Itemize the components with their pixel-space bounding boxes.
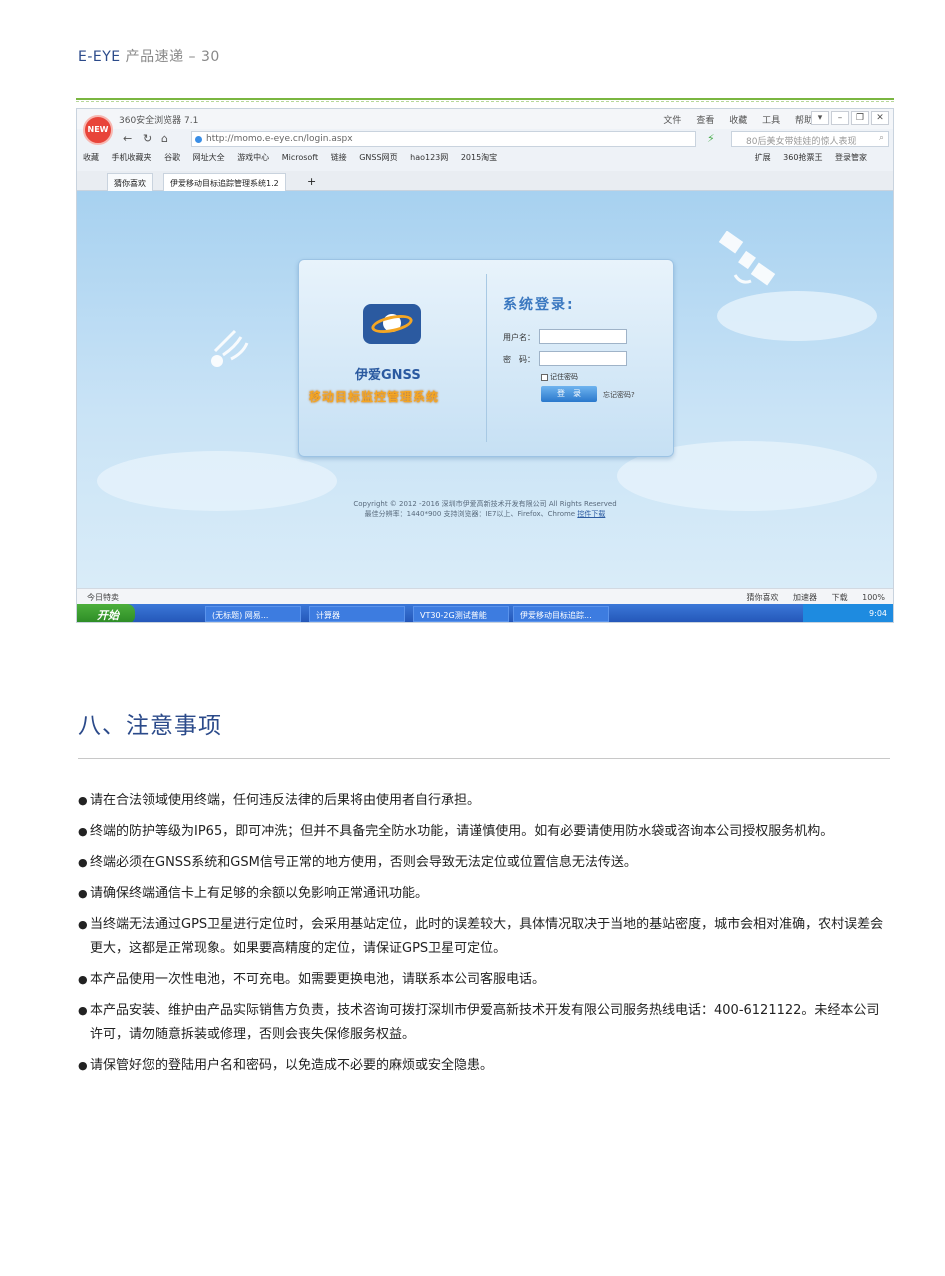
brand-name: E-EYE [78,49,121,65]
product-name: 伊爱GNSS [355,368,421,383]
list-item: 请在合法领域使用终端，任何违反法律的后果将由使用者自行承担。 [78,789,890,813]
menu-favorites[interactable]: 收藏 [729,116,747,126]
taskbar-item[interactable]: VT30-2G测试普能 [413,606,509,622]
fav-item[interactable]: GNSS网页 [359,153,397,162]
skin-icon[interactable]: ▾ [811,111,829,125]
home-icon[interactable]: ⌂ [161,132,168,145]
taskbar-item[interactable]: 计算器 [309,606,405,622]
username-field[interactable] [539,329,627,344]
antenna-icon [211,329,249,367]
status-accelerator[interactable]: 加速器 [793,593,817,602]
username-label: 用户名： [503,333,535,342]
tab-guess[interactable]: 猜你喜欢 [107,173,153,191]
window-controls: ▾ – ❐ ✕ [811,111,889,125]
secure-icon [195,136,202,143]
list-item: 请确保终端通信卡上有足够的余额以免影响正常通讯功能。 [78,882,890,906]
cloud-decoration [717,291,877,341]
favorites-bar: 收藏 手机收藏夹 谷歌 网址大全 游戏中心 Microsoft 链接 GNSS网… [83,152,891,166]
fav-item[interactable]: 游戏中心 [237,153,269,162]
fav-item[interactable]: Microsoft [282,153,318,162]
checkbox-icon[interactable] [541,373,548,381]
page-subtitle: 产品速递 – 30 [125,49,220,65]
page-header: E-EYE 产品速递 – 30 [78,46,220,66]
list-item: 终端必须在GNSS系统和GSM信号正常的地方使用，否则会导致无法定位或位置信息无… [78,851,890,875]
extensions-button[interactable]: 扩展 [755,153,771,162]
browser-logo: NEW [83,115,113,145]
minimize-icon[interactable]: – [831,111,849,125]
login-manager-button[interactable]: 登录管家 [835,153,867,162]
section-title: 八、注意事项 [78,713,222,739]
clock: 9:04 [869,609,887,618]
close-icon[interactable]: ✕ [871,111,889,125]
password-label: 密 码： [503,355,535,364]
fav-item[interactable]: 收藏 [83,153,99,162]
password-field[interactable] [539,351,627,366]
list-item: 本产品使用一次性电池，不可充电。如需要更换电池，请联系本公司客服电话。 [78,968,890,992]
plugin-download-link[interactable]: 控件下载 [577,510,605,518]
list-item: 本产品安装、维护由产品实际销售方负责，技术咨询可拨打深圳市伊爱高新技术开发有限公… [78,999,890,1047]
menu-file[interactable]: 文件 [663,116,681,126]
fav-item[interactable]: hao123网 [410,153,448,162]
browser-statusbar: 今日特卖 猜你喜欢 加速器 下载 100% [77,588,893,604]
fav-item[interactable]: 链接 [331,153,347,162]
search-placeholder: 80后美女带娃娃的惊人表现 [746,137,857,147]
remember-label: 记住密码 [550,373,578,381]
favorites-right: 扩展 360抢票王 登录管家 [755,152,877,163]
speed-icon[interactable]: ⚡ [707,132,715,145]
url-text: http://momo.e-eye.cn/login.aspx [206,134,353,144]
copyright: Copyright © 2012 -2016 深圳市伊爱高新技术开发有限公司 A… [77,499,893,519]
gnss-logo [363,304,421,344]
forgot-password-link[interactable]: 忘记密码? [603,390,635,400]
new-tab-icon[interactable]: + [307,175,316,188]
status-zoom[interactable]: 100% [862,593,885,602]
menu-tools[interactable]: 工具 [762,116,780,126]
product-subtitle: 移动目标监控管理系统 [309,390,440,404]
tab-bar: 猜你喜欢 伊爱移动目标追踪管理系统1.2 + [77,171,893,191]
url-input[interactable]: http://momo.e-eye.cn/login.aspx [191,131,696,147]
back-icon[interactable]: ← [123,132,132,145]
browser-screenshot: 360安全浏览器 7.1 文件 查看 收藏 工具 帮助 ▾ – ❐ ✕ NEW … [76,108,894,623]
browser-titlebar: 360安全浏览器 7.1 文件 查看 收藏 工具 帮助 ▾ – ❐ ✕ [77,109,893,129]
login-button[interactable]: 登 录 [541,386,597,402]
start-button[interactable]: 开始 [77,604,135,622]
remember-checkbox[interactable]: 记住密码 [541,372,578,382]
address-bar: ← ↻ ⌂ http://momo.e-eye.cn/login.aspx ⚡ … [119,130,889,148]
login-divider [486,274,487,442]
page-viewport: 伊爱GNSS 移动目标监控管理系统 系统登录: 用户名： 密 码： 记住密码 登… [77,191,893,588]
windows-taskbar: 开始 (无标题) 网易... 计算器 VT30-2G测试普能 伊爱移动目标追踪.… [77,604,893,622]
fav-item[interactable]: 网址大全 [193,153,225,162]
fav-item[interactable]: 2015淘宝 [461,153,497,162]
restore-icon[interactable]: ❐ [851,111,869,125]
fav-item[interactable]: 手机收藏夹 [112,153,152,162]
menu-view[interactable]: 查看 [696,116,714,126]
browser-title: 360安全浏览器 7.1 [119,116,199,126]
copyright-support-line: 最佳分辨率：1440*900 支持浏览器：IE7以上、Firefox、Chrom… [77,509,893,519]
taskbar-item[interactable]: (无标题) 网易... [205,606,301,622]
browser-menu: 文件 查看 收藏 工具 帮助 [651,113,813,126]
list-item: 请保管好您的登陆用户名和密码，以免造成不必要的麻烦或安全隐患。 [78,1054,890,1078]
status-deals[interactable]: 今日特卖 [87,592,119,603]
list-item: 当终端无法通过GPS卫星进行定位时，会采用基站定位，此时的误差较大，具体情况取决… [78,913,890,961]
login-panel: 伊爱GNSS 移动目标监控管理系统 系统登录: 用户名： 密 码： 记住密码 登… [298,259,674,457]
notes-list: 请在合法领域使用终端，任何违反法律的后果将由使用者自行承担。 终端的防护等级为I… [78,789,890,1085]
refresh-icon[interactable]: ↻ [143,132,152,145]
search-icon[interactable]: ⌕ [879,133,884,143]
satellite-icon [718,231,776,286]
fav-item[interactable]: 谷歌 [164,153,180,162]
status-right: 猜你喜欢 加速器 下载 100% [734,592,885,603]
system-tray: 9:04 [803,604,893,622]
resolution-text: 最佳分辨率：1440*900 支持浏览器：IE7以上、Firefox、Chrom… [364,510,576,518]
tab-login-page[interactable]: 伊爱移动目标追踪管理系统1.2 [163,173,286,191]
taskbar-item[interactable]: 伊爱移动目标追踪... [513,606,609,622]
header-dashed-divider [76,101,894,102]
status-guess[interactable]: 猜你喜欢 [746,593,778,602]
copyright-line: Copyright © 2012 -2016 深圳市伊爱高新技术开发有限公司 A… [353,500,617,508]
status-download[interactable]: 下载 [832,593,848,602]
login-heading: 系统登录: [503,297,575,313]
section-divider [78,758,890,759]
ticket-button[interactable]: 360抢票王 [783,153,822,162]
header-divider [76,98,894,100]
list-item: 终端的防护等级为IP65，即可冲洗；但并不具备完全防水功能，请谨慎使用。如有必要… [78,820,890,844]
search-input[interactable]: 80后美女带娃娃的惊人表现 ⌕ [731,131,889,147]
